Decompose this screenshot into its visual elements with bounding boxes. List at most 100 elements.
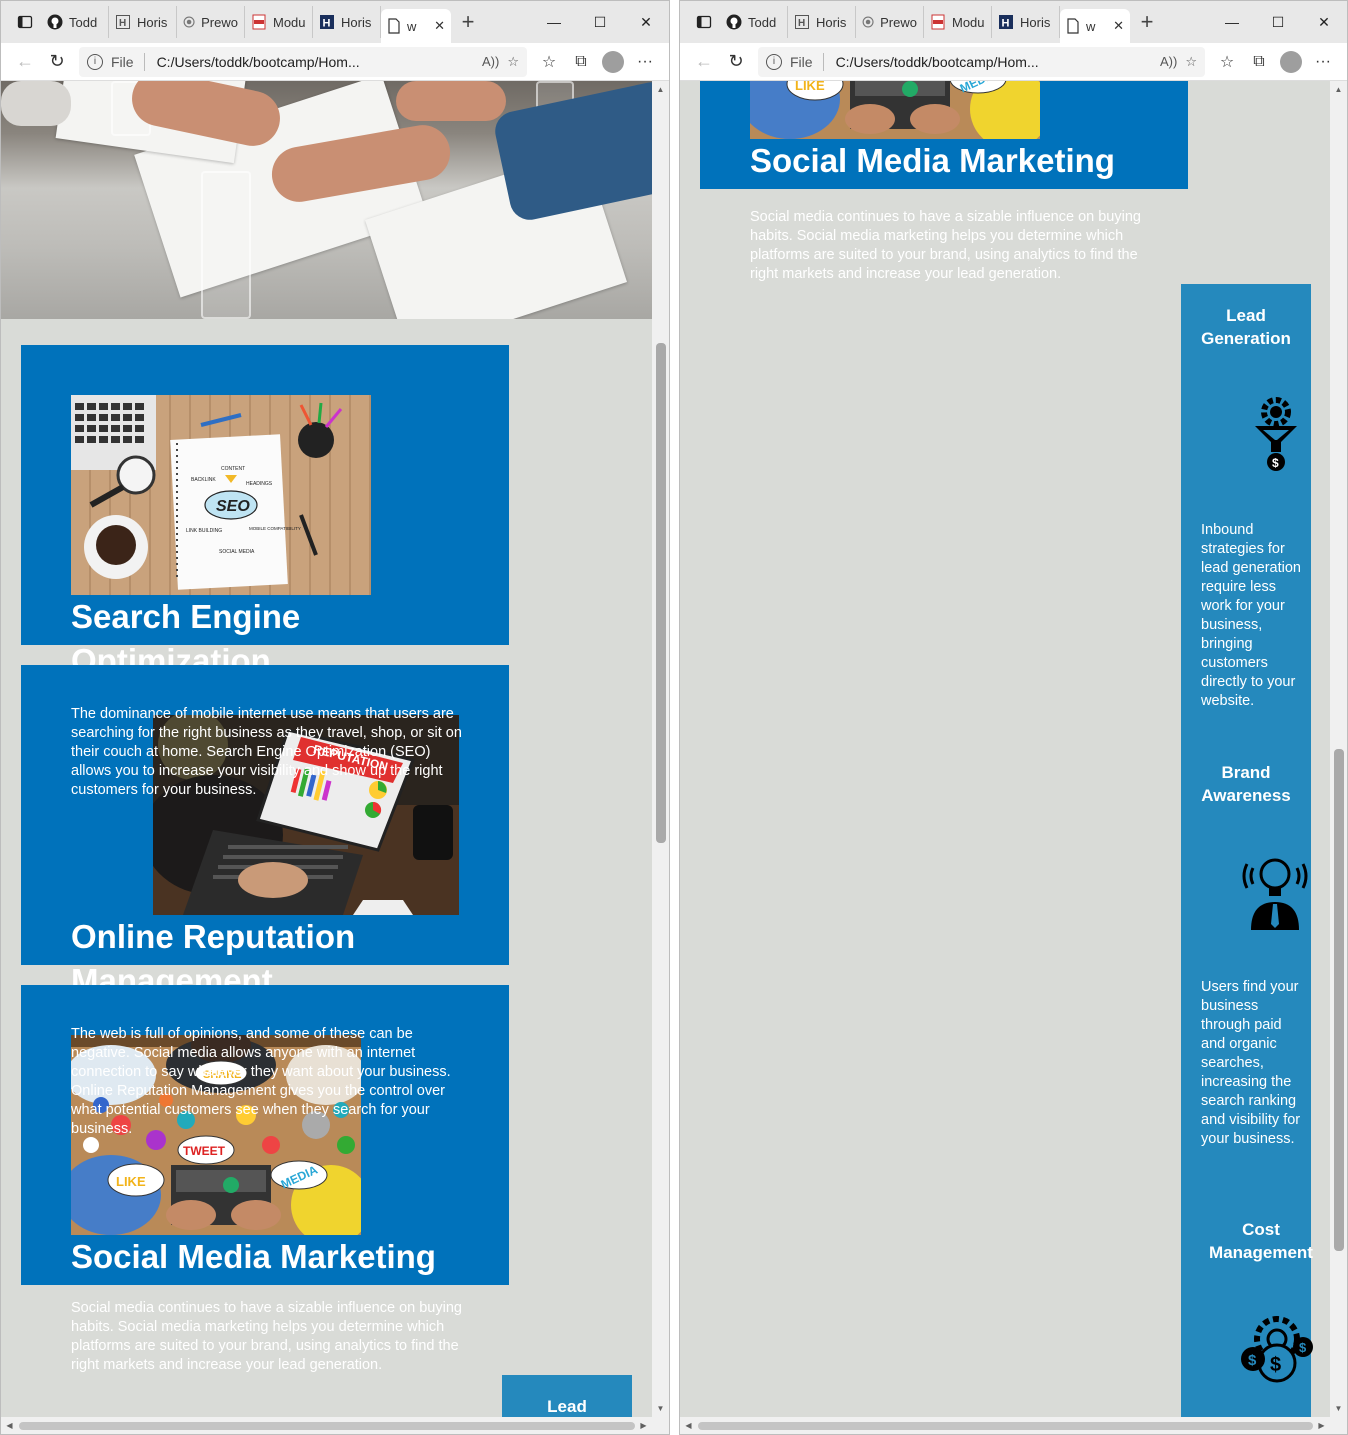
maximize-button[interactable]: ☐: [1255, 1, 1301, 43]
page-viewport: SEO CONTENT BACKLINK HEADINGS LINK BUILD…: [1, 81, 652, 1417]
tab-label: Prewo: [201, 14, 238, 30]
gear-dollar-icon: $ $ $: [1241, 1316, 1313, 1383]
new-tab-button[interactable]: +: [451, 9, 485, 35]
tab-current[interactable]: w ✕: [1060, 9, 1130, 43]
reload-button[interactable]: ↻: [41, 46, 73, 78]
svg-text:$: $: [1270, 1354, 1281, 1376]
url-field[interactable]: i File C:/Users/toddk/bootcamp/Hom... A)…: [79, 46, 527, 77]
close-tab-icon[interactable]: ✕: [434, 18, 445, 34]
ellipsis-icon: ···: [1315, 52, 1331, 70]
tab-github[interactable]: Todd: [720, 6, 788, 38]
orm-card: REPUTATION The dominance of mobile inter…: [21, 665, 509, 999]
favorites-button[interactable]: ☆: [533, 52, 565, 72]
svg-text:$: $: [1248, 1352, 1257, 1369]
minimize-button[interactable]: —: [1209, 1, 1255, 43]
scroll-thumb[interactable]: [1334, 749, 1344, 1251]
tab-github[interactable]: Todd: [41, 6, 109, 38]
scroll-up-icon[interactable]: ▲: [652, 81, 669, 98]
tab-current[interactable]: w ✕: [381, 9, 451, 43]
tab-actions-button[interactable]: [9, 7, 41, 37]
circle-icon: [183, 16, 195, 28]
horizontal-scrollbar[interactable]: ◀ ▶: [680, 1417, 1347, 1434]
tab-module[interactable]: Modu: [245, 6, 313, 38]
scroll-left-icon[interactable]: ◀: [1, 1417, 18, 1434]
tab-module[interactable]: Modu: [924, 6, 992, 38]
benefits-column: Lead Generation $ Inbound strategies for…: [1181, 284, 1313, 1417]
favorites-button[interactable]: ☆: [1211, 52, 1243, 72]
scroll-down-icon[interactable]: ▼: [652, 1400, 669, 1417]
seo-card: SEO CONTENT BACKLINK HEADINGS LINK BUILD…: [21, 345, 509, 679]
window-controls: — ☐ ✕: [1209, 1, 1347, 43]
new-tab-button[interactable]: +: [1130, 9, 1164, 35]
tab-horiseon-1[interactable]: H Horis: [788, 6, 856, 38]
arrow-left-icon: ←: [16, 51, 34, 71]
scroll-right-icon[interactable]: ▶: [635, 1417, 652, 1434]
scroll-right-icon[interactable]: ▶: [1313, 1417, 1330, 1434]
benefit-title-brand: Brand Awareness: [1181, 761, 1311, 807]
seo-description: The dominance of mobile internet use mea…: [71, 706, 462, 798]
benefit-title-cost: Cost Management: [1191, 1218, 1330, 1264]
scroll-left-icon[interactable]: ◀: [680, 1417, 697, 1434]
url-scheme: File: [111, 53, 134, 70]
tab-strip: Todd H Horis Prewo Modu H Horis w ✕ + — …: [680, 1, 1347, 43]
back-button[interactable]: ←: [688, 46, 720, 78]
read-aloud-icon[interactable]: A)): [482, 54, 499, 69]
close-window-button[interactable]: ✕: [1301, 1, 1347, 43]
profile-button[interactable]: [1275, 50, 1307, 73]
more-button[interactable]: ···: [1307, 53, 1339, 71]
seo-image-label: SEO: [216, 498, 250, 515]
tab-strip: Todd H Horis Prewo Modu H Horis w ✕ + — …: [1, 1, 669, 43]
smm-title: Social Media Marketing: [71, 1238, 436, 1275]
benefit-title-lead: Lead Generation: [1181, 304, 1311, 350]
github-icon: [47, 14, 63, 30]
profile-button[interactable]: [597, 50, 629, 73]
back-button[interactable]: ←: [9, 46, 41, 78]
avatar: [602, 50, 624, 73]
orm-title-line-1: Online Reputation: [71, 918, 356, 955]
maximize-button[interactable]: ☐: [577, 1, 623, 43]
add-favorite-icon[interactable]: ☆: [1185, 54, 1197, 70]
scroll-thumb[interactable]: [19, 1422, 635, 1430]
tab-prework[interactable]: Prewo: [856, 6, 924, 38]
tab-label: Modu: [273, 14, 306, 30]
window-controls: — ☐ ✕: [531, 1, 669, 43]
scroll-down-icon[interactable]: ▼: [1330, 1400, 1347, 1417]
tab-prework[interactable]: Prewo: [177, 6, 245, 38]
scroll-thumb[interactable]: [656, 343, 666, 843]
read-aloud-icon[interactable]: A)): [1160, 54, 1177, 69]
benefit-title-line-2: Generation: [1201, 329, 1291, 348]
collections-button[interactable]: ⧉: [565, 53, 597, 71]
address-bar: ← ↻ i File C:/Users/toddk/bootcamp/Hom..…: [680, 43, 1347, 81]
close-tab-icon[interactable]: ✕: [1113, 18, 1124, 34]
benefit-text-lead: Inbound strategies for lead generation r…: [1201, 522, 1301, 709]
browser-window-right: Todd H Horis Prewo Modu H Horis w ✕ + — …: [679, 0, 1348, 1435]
info-icon[interactable]: i: [766, 53, 782, 70]
vertical-scrollbar[interactable]: ▲ ▼: [652, 81, 669, 1417]
url-scheme: File: [790, 53, 813, 70]
more-button[interactable]: ···: [629, 53, 661, 71]
tab-actions-button[interactable]: [688, 7, 720, 37]
benefit-title-line-1: Cost: [1242, 1220, 1280, 1239]
tab-horiseon-1[interactable]: H Horis: [109, 6, 177, 38]
tab-label: Horis: [1020, 14, 1051, 30]
scroll-thumb[interactable]: [698, 1422, 1313, 1430]
scroll-up-icon[interactable]: ▲: [1330, 81, 1347, 98]
vertical-scrollbar[interactable]: ▲ ▼: [1330, 81, 1347, 1417]
reload-icon: ↻: [49, 51, 65, 71]
url-field[interactable]: i File C:/Users/toddk/bootcamp/Hom... A)…: [758, 46, 1205, 77]
close-window-button[interactable]: ✕: [623, 1, 669, 43]
collections-button[interactable]: ⧉: [1243, 53, 1275, 71]
smm-card: LIKE MEDIA Social Media Marketing: [700, 81, 1188, 189]
image-text: MOBILE COMPATIBILITY: [249, 526, 301, 531]
ellipsis-icon: ···: [637, 52, 653, 70]
horizontal-scrollbar[interactable]: ◀ ▶: [1, 1417, 669, 1434]
svg-text:$: $: [1299, 1340, 1307, 1355]
minimize-button[interactable]: —: [531, 1, 577, 43]
tab-horiseon-2[interactable]: H Horis: [313, 6, 381, 38]
favorites-icon: ☆: [541, 53, 557, 71]
tab-horiseon-2[interactable]: H Horis: [992, 6, 1060, 38]
info-icon[interactable]: i: [87, 53, 103, 70]
reload-button[interactable]: ↻: [720, 46, 752, 78]
favorites-icon: ☆: [1219, 53, 1235, 71]
add-favorite-icon[interactable]: ☆: [507, 54, 519, 70]
